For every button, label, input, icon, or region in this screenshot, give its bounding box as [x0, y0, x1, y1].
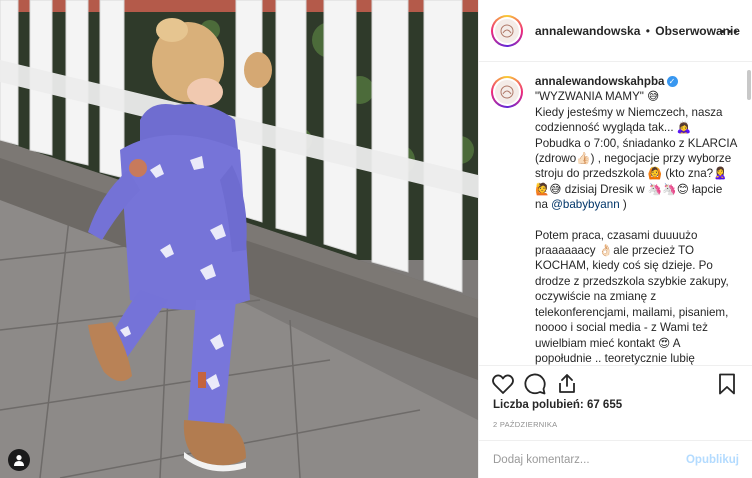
avatar-logo-icon — [500, 24, 514, 37]
more-options-button[interactable] — [721, 24, 737, 38]
caption-scrollbar[interactable] — [747, 70, 751, 100]
caption-text: annalewandowskahpba ✓ "WYZWANIA MAMY" 😅 K… — [535, 74, 737, 365]
author-avatar[interactable] — [491, 14, 523, 47]
bookmark-icon[interactable] — [715, 372, 739, 396]
caption-title: "WYZWANIA MAMY" 😅 — [535, 90, 660, 104]
caption-avatar[interactable] — [491, 76, 523, 108]
comment-icon[interactable] — [523, 372, 547, 396]
caption-paragraph-1-end: ) — [622, 198, 627, 212]
caption-mention-link[interactable]: @babybyann — [551, 198, 620, 211]
post-photo[interactable] — [0, 0, 478, 478]
caption-paragraph-1: Kiedy jesteśmy w Niemczech, nasza codzie… — [535, 105, 737, 212]
caption-username[interactable]: annalewandowskahpba — [535, 75, 665, 88]
likes-count[interactable]: Liczba polubień: 67 655 — [493, 399, 622, 411]
avatar-logo-icon — [500, 85, 514, 99]
header-text: annalewandowska • Obserwowanie — [535, 24, 740, 38]
likes-label: Liczba polubień: — [493, 399, 584, 411]
header-separator: • — [645, 23, 650, 38]
caption-paragraph-2: Potem praca, czasami duuuużo praaaaaacy … — [535, 228, 729, 365]
post-caption: annalewandowskahpba ✓ "WYZWANIA MAMY" 😅 K… — [479, 62, 752, 365]
user-icon — [14, 455, 24, 466]
heart-icon[interactable] — [491, 372, 515, 396]
user-tag-button[interactable] — [8, 449, 30, 471]
comment-form: Opublikuj — [479, 440, 752, 478]
post-header: annalewandowska • Obserwowanie — [479, 0, 752, 62]
post-side-panel: annalewandowska • Obserwowanie annalewan… — [478, 0, 752, 478]
post-date[interactable]: 2 PAŹDZIERNIKA — [493, 420, 558, 429]
more-icon — [721, 29, 724, 33]
post-actions — [479, 365, 752, 399]
likes-number: 67 655 — [586, 399, 623, 411]
verified-badge-icon: ✓ — [666, 76, 678, 87]
comment-input[interactable] — [493, 453, 686, 466]
publish-button[interactable]: Opublikuj — [686, 454, 739, 466]
post-image — [0, 0, 478, 478]
share-icon[interactable] — [555, 372, 579, 396]
author-username[interactable]: annalewandowska — [535, 24, 640, 38]
